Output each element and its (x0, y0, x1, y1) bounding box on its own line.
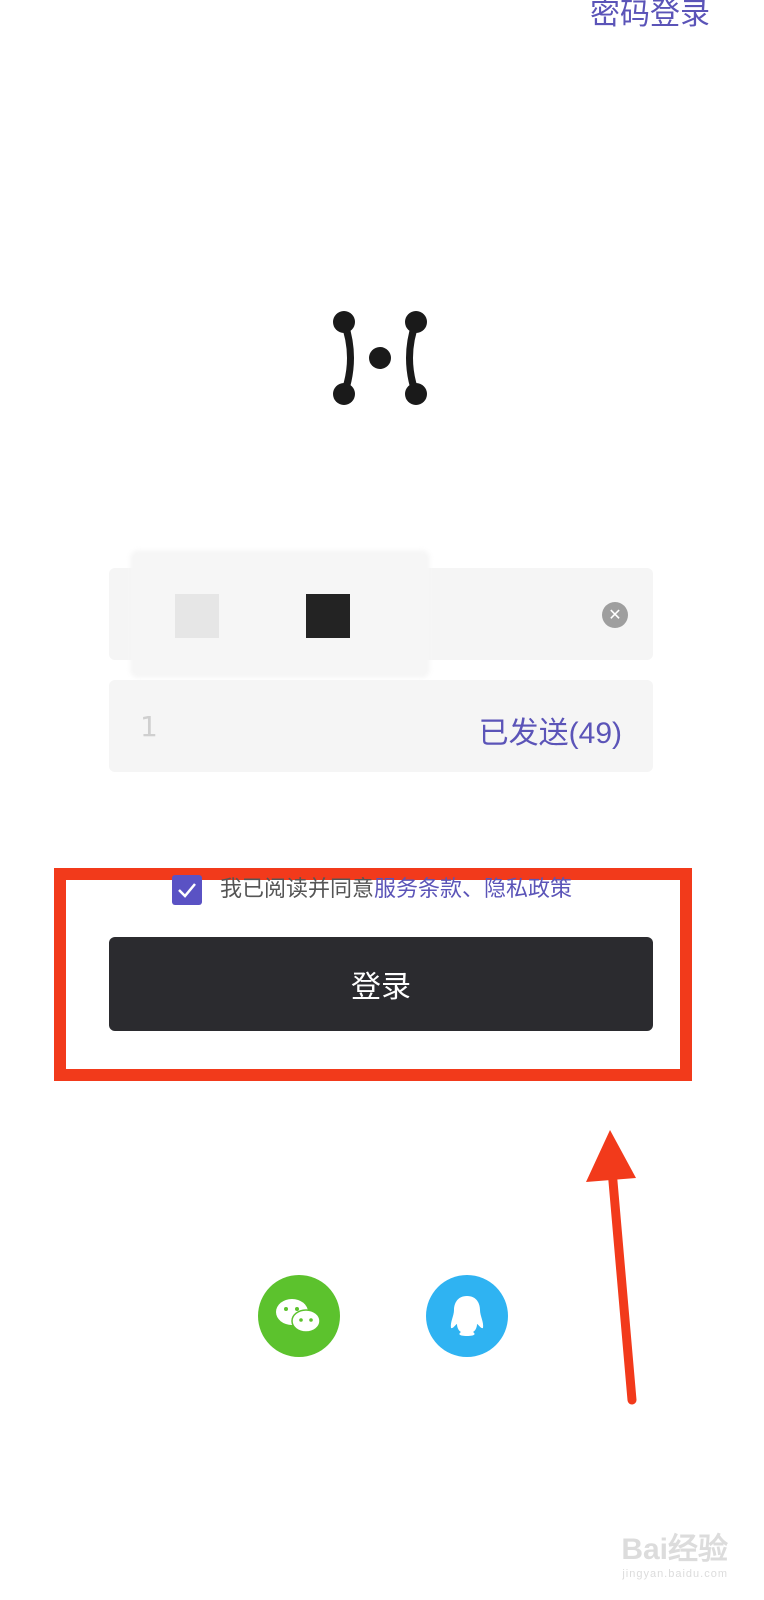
redacted-block (175, 594, 219, 638)
code-input-value[interactable]: 1 (140, 710, 158, 743)
agreement-separator: 、 (462, 877, 485, 902)
watermark-url: jingyan.baidu.com (622, 1568, 728, 1580)
login-button[interactable]: 登录 (109, 937, 653, 1031)
annotation-arrow (586, 1130, 637, 1405)
agreement-text: 我已阅读并同意服务条款、隐私政策 (220, 875, 572, 905)
watermark-brand: Bai经验 (621, 1533, 728, 1566)
redacted-block (306, 594, 350, 638)
app-logo (333, 311, 427, 405)
check-icon (178, 883, 196, 898)
wechat-login-button[interactable] (258, 1275, 340, 1357)
resend-code-button[interactable]: 已发送(49) (479, 708, 622, 752)
agreement-prefix: 我已阅读并同意 (220, 877, 375, 902)
clear-icon[interactable]: ✕ (602, 602, 628, 628)
agreement-row: 我已阅读并同意服务条款、隐私政策 (172, 875, 572, 905)
qq-icon (450, 1296, 484, 1336)
qq-login-button[interactable] (426, 1275, 508, 1357)
password-login-link[interactable]: 密码登录 (590, 0, 710, 30)
terms-link[interactable]: 服务条款 (374, 877, 462, 902)
agree-checkbox[interactable] (172, 875, 202, 905)
wechat-icon (276, 1299, 321, 1333)
watermark: Bai经验 jingyan.baidu.com (621, 1524, 728, 1580)
privacy-link[interactable]: 隐私政策 (484, 877, 572, 902)
